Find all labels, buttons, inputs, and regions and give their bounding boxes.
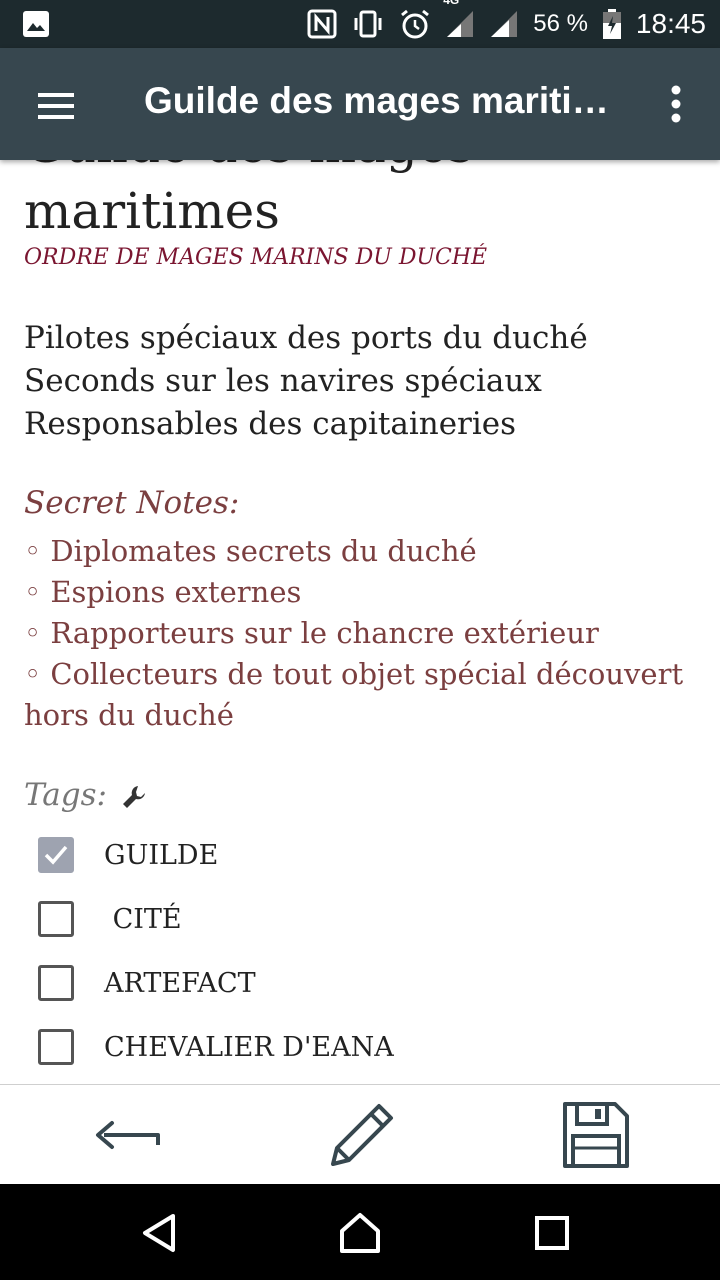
description-line: Pilotes spéciaux des ports du duché xyxy=(24,320,588,356)
nav-home-icon[interactable] xyxy=(335,1208,385,1258)
tag-row-cite[interactable]: CITÉ xyxy=(38,899,182,939)
check-icon xyxy=(44,845,68,865)
entry-title: maritimes xyxy=(24,182,280,240)
page-title: Guilde des mages mariti… xyxy=(144,80,609,121)
vibrate-icon xyxy=(351,9,385,39)
battery-percent: 56 % xyxy=(533,10,588,37)
floppy-save-icon[interactable] xyxy=(556,1099,636,1171)
app-bar: Guilde des mages mariti… xyxy=(0,48,720,160)
clock: 18:45 xyxy=(635,8,706,39)
nav-back-icon[interactable] xyxy=(134,1208,184,1258)
system-nav-bar xyxy=(0,1184,720,1280)
tag-row-guilde[interactable]: GUILDE xyxy=(38,835,218,875)
bottom-toolbar xyxy=(0,1084,720,1185)
secret-notes-list: ◦ Diplomates secrets du duché ◦ Espions … xyxy=(24,531,694,736)
status-bar: 4G 56 % 18:45 xyxy=(0,0,720,48)
back-arrow-icon[interactable] xyxy=(86,1099,166,1171)
tag-label: GUILDE xyxy=(104,839,219,871)
pencil-edit-icon[interactable] xyxy=(322,1099,402,1171)
checkbox[interactable] xyxy=(38,965,74,1001)
description-line: Seconds sur les navires spéciaux xyxy=(24,363,542,399)
list-item: ◦ Collecteurs de tout objet spécial déco… xyxy=(24,657,684,732)
alarm-icon xyxy=(399,8,431,40)
secret-notes-label: Secret Notes: xyxy=(24,485,240,521)
more-vert-icon[interactable] xyxy=(662,82,690,126)
tag-label: CHEVALIER D'EANA xyxy=(104,1031,394,1063)
wrench-icon[interactable] xyxy=(120,783,148,815)
description: Pilotes spéciaux des ports du duché Seco… xyxy=(24,317,588,446)
nfc-icon xyxy=(307,9,337,39)
list-item: ◦ Rapporteurs sur le chancre extérieur xyxy=(24,616,599,650)
tags-label: Tags: xyxy=(24,777,107,813)
tag-label: ARTEFACT xyxy=(104,967,256,999)
list-item: ◦ Diplomates secrets du duché xyxy=(24,534,477,568)
entry-subtitle: ORDRE DE MAGES MARINS DU DUCHÉ xyxy=(24,245,488,270)
content-area[interactable]: Guilde des mages maritimes ORDRE DE MAGE… xyxy=(0,160,720,1084)
battery-icon xyxy=(602,8,622,40)
tag-row-chevalier[interactable]: CHEVALIER D'EANA xyxy=(38,1027,394,1067)
nav-recents-icon[interactable] xyxy=(527,1208,577,1258)
checkbox-checked[interactable] xyxy=(38,837,74,873)
hamburger-menu-icon[interactable] xyxy=(30,80,82,132)
tag-label: CITÉ xyxy=(104,903,182,935)
signal-icon xyxy=(447,11,474,37)
entry-title-partial: Guilde des mages xyxy=(24,160,473,172)
image-icon xyxy=(22,10,50,43)
list-item: ◦ Espions externes xyxy=(24,575,302,609)
checkbox[interactable] xyxy=(38,901,74,937)
tag-row-artefact[interactable]: ARTEFACT xyxy=(38,963,256,1003)
signal-icon xyxy=(489,9,519,39)
checkbox[interactable] xyxy=(38,1029,74,1065)
network-label: 4G xyxy=(443,0,460,7)
description-line: Responsables des capitaineries xyxy=(24,406,517,442)
